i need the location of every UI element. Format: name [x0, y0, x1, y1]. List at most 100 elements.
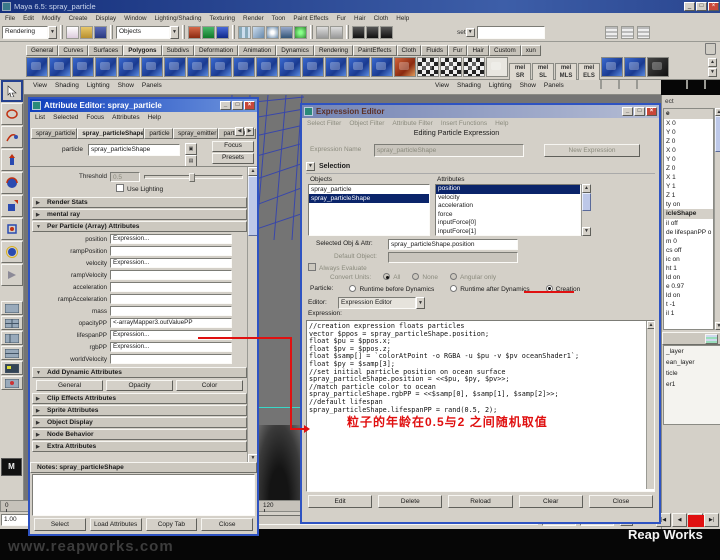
selection-mask-arrow-icon[interactable]: ▼: [170, 26, 179, 39]
dialog-button[interactable]: Clear: [519, 495, 583, 508]
toolbar-grip[interactable]: [310, 25, 313, 39]
radio-icon[interactable]: [383, 273, 390, 280]
per-particle-section-header[interactable]: ▼Per Particle (Array) Attributes: [32, 221, 247, 232]
scroll-thumb[interactable]: [582, 193, 591, 211]
minimize-button[interactable]: _: [684, 2, 695, 11]
snap-point-icon[interactable]: [266, 26, 279, 39]
expression-textarea[interactable]: //creation expression floats particlesve…: [306, 320, 655, 492]
shelf-icon-extra-2[interactable]: [624, 57, 646, 77]
dialog-button[interactable]: Select: [34, 518, 86, 531]
shelf-icon-combine[interactable]: [302, 57, 324, 77]
minimize-button[interactable]: _: [622, 107, 633, 116]
panel-menu-item[interactable]: Shading: [457, 82, 481, 89]
new-layer-icon[interactable]: [705, 334, 718, 344]
last-tool[interactable]: [1, 264, 23, 286]
shelf-icon-boolean[interactable]: [348, 57, 370, 77]
menu-item[interactable]: Hair: [354, 15, 366, 22]
scroll-down-icon[interactable]: ▼: [582, 227, 591, 236]
select-hierarchy-icon[interactable]: [188, 26, 201, 39]
selection-section-header[interactable]: ▼ Selection: [306, 161, 655, 174]
objects-list[interactable]: spray_particlespray_particleShape: [308, 184, 430, 236]
section-header[interactable]: ▶Clip Effects Attributes: [32, 393, 247, 404]
shelf-tab[interactable]: Surfaces: [88, 45, 123, 56]
particle-mode-option[interactable]: Runtime before Dynamics: [349, 285, 434, 293]
panel-menu-item[interactable]: Show: [118, 82, 134, 89]
shelf-tab[interactable]: Animation: [238, 45, 276, 56]
layout-persp-graph-button[interactable]: [1, 346, 23, 360]
shelf-icon-render-checker-2[interactable]: [440, 57, 462, 77]
layer-item[interactable]: ticle: [664, 368, 720, 379]
menu-item[interactable]: Edit: [23, 15, 34, 22]
menu-item[interactable]: Select Filter: [307, 120, 341, 127]
shelf-icon-separate[interactable]: [325, 57, 347, 77]
panel-menu-item[interactable]: Lighting: [489, 82, 512, 89]
shelf-icon-mirror[interactable]: [371, 57, 393, 77]
add-dynamic-button[interactable]: Opacity: [106, 380, 173, 391]
panel-menu-item[interactable]: Show: [520, 82, 536, 89]
scroll-down-icon[interactable]: ▼: [248, 454, 257, 462]
render-current-frame-icon[interactable]: [366, 26, 379, 39]
attribute-field[interactable]: [110, 306, 232, 316]
attribute-field[interactable]: <-arrayMapper3.outValuePP: [110, 318, 232, 328]
menu-item[interactable]: File: [5, 15, 15, 22]
radio-icon[interactable]: [349, 285, 356, 292]
shelf-icon-script-pen[interactable]: [486, 57, 508, 77]
menu-item[interactable]: Modify: [42, 15, 61, 22]
menu-item[interactable]: Attribute Filter: [392, 120, 432, 127]
minimize-button[interactable]: _: [220, 101, 231, 110]
channel-row[interactable]: X 0: [664, 146, 713, 155]
shelf-tab[interactable]: Cloth: [397, 45, 422, 56]
channel-row[interactable]: ld on: [664, 291, 713, 300]
color-picker-icon[interactable]: [686, 80, 688, 89]
editor-dropdown[interactable]: Expression Editor: [338, 297, 416, 309]
channel-box-menu-fragment[interactable]: ect: [665, 98, 674, 105]
layer-item[interactable]: _layer: [664, 346, 720, 357]
panel-menu-item[interactable]: Panels: [142, 82, 162, 89]
show-layer-editor-icon[interactable]: [621, 26, 634, 39]
dialog-button[interactable]: Close: [201, 518, 253, 531]
tab-scroll-left-icon[interactable]: ◀: [235, 127, 244, 136]
attribute-field[interactable]: [110, 246, 232, 256]
section-header[interactable]: ▶Extra Attributes: [32, 441, 247, 452]
shelf-icon-poly-sphere[interactable]: [26, 57, 48, 77]
panel-menu-item[interactable]: View: [435, 82, 449, 89]
shelf-icon-poly-plane[interactable]: [118, 57, 140, 77]
shelf-icon-paint-tool[interactable]: [394, 57, 416, 77]
channel-row[interactable]: Y 0: [664, 155, 713, 164]
shelf-icon-poly-cone[interactable]: [95, 57, 117, 77]
channel-row[interactable]: ty on: [664, 200, 713, 209]
close-button[interactable]: ×: [646, 107, 657, 116]
menu-item[interactable]: Help: [396, 15, 409, 22]
radio-icon[interactable]: [450, 285, 457, 292]
dialog-button[interactable]: Edit: [308, 495, 372, 508]
channel-list-icon-1[interactable]: [600, 80, 602, 89]
default-object-field[interactable]: [388, 252, 518, 263]
dialog-button[interactable]: Load Attributes: [90, 518, 142, 531]
scroll-down-icon[interactable]: ▼: [715, 322, 720, 330]
menu-item[interactable]: Lighting/Shading: [155, 15, 202, 22]
menu-item[interactable]: Render: [243, 15, 264, 22]
menu-item[interactable]: Attributes: [112, 114, 139, 121]
map-in-icon[interactable]: ▣: [185, 143, 197, 155]
object-list-item[interactable]: spray_particleShape: [309, 194, 429, 203]
shelf-tab[interactable]: PaintEffects: [353, 45, 397, 56]
attribute-list-item[interactable]: position: [436, 185, 580, 194]
step-back-button[interactable]: ◀: [672, 513, 687, 527]
move-tool[interactable]: [1, 149, 23, 171]
channel-row[interactable]: Y 0: [664, 128, 713, 137]
shelf-tab[interactable]: Fur: [448, 45, 467, 56]
layer-item[interactable]: er1: [664, 379, 720, 390]
shelf-scroll-up-icon[interactable]: ▲: [708, 58, 717, 67]
scroll-up-icon[interactable]: ▲: [248, 167, 257, 176]
attributes-list[interactable]: positionvelocityaccelerationforceinputFo…: [435, 184, 581, 236]
new-expression-button[interactable]: New Expression: [544, 144, 640, 157]
set-arrow-icon[interactable]: ▼: [466, 28, 475, 37]
snap-plane-icon[interactable]: [280, 26, 293, 39]
scroll-up-icon[interactable]: ▲: [715, 108, 720, 116]
layer-item[interactable]: ean_layer: [664, 357, 720, 368]
toolbar-grip[interactable]: [232, 25, 235, 39]
convert-units-option[interactable]: All: [383, 273, 400, 281]
shelf-icon-extra-1[interactable]: [601, 57, 623, 77]
maximize-button[interactable]: □: [634, 107, 645, 116]
shelf-icon-poly-pipe[interactable]: [187, 57, 209, 77]
